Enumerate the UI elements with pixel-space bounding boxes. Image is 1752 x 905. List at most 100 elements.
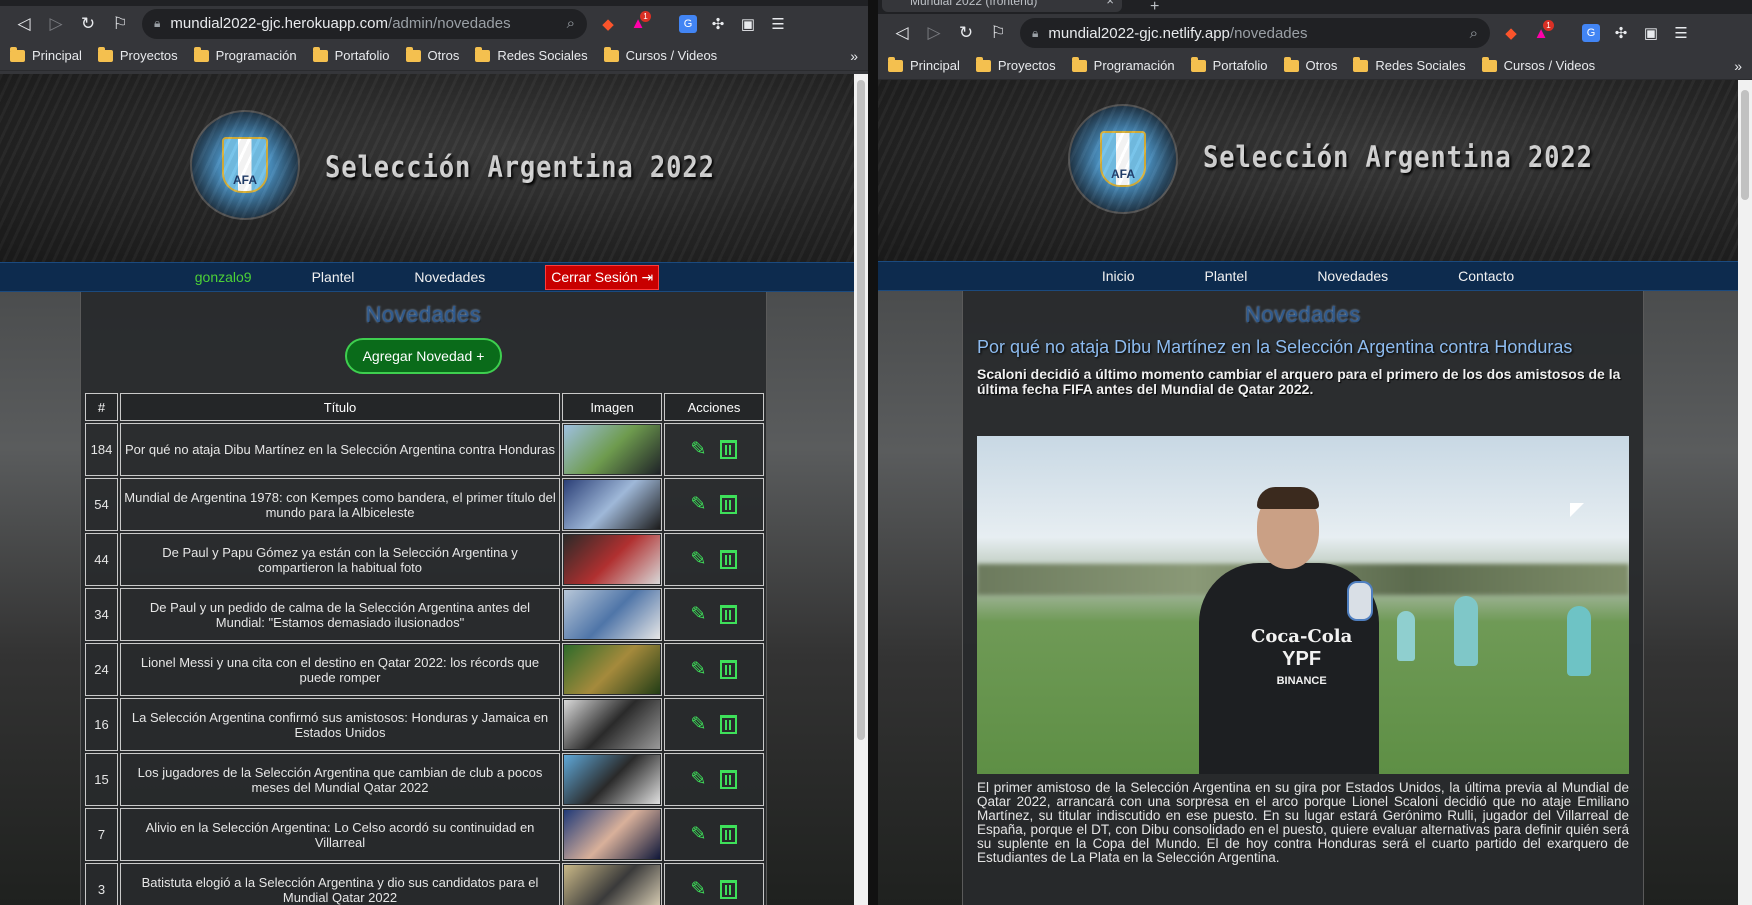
menu-icon[interactable]: ☰ — [1666, 18, 1696, 48]
trash-icon[interactable] — [720, 770, 738, 789]
url-path: /admin/novedades — [388, 15, 511, 32]
brave-rewards-icon[interactable]: ▲ 1 — [623, 9, 653, 39]
page-scrollbar[interactable] — [1738, 80, 1752, 905]
bookmark-redes-sociales[interactable]: Redes Sociales — [475, 46, 588, 63]
row-image-cell — [562, 863, 662, 905]
nav-plantel[interactable]: Plantel — [312, 269, 355, 285]
bookmark-principal[interactable]: Principal — [888, 56, 960, 73]
nav-novedades[interactable]: Novedades — [414, 269, 485, 285]
action-group: ✎ — [691, 878, 738, 901]
reload-icon[interactable]: ↻ — [950, 18, 982, 48]
afa-shield-icon: AFA — [1100, 131, 1146, 187]
pencil-icon[interactable]: ✎ — [691, 438, 707, 461]
new-tab-button[interactable]: + — [1150, 0, 1159, 16]
pencil-icon[interactable]: ✎ — [691, 878, 707, 901]
nav-plantel[interactable]: Plantel — [1205, 268, 1248, 284]
bookmark-proyectos[interactable]: Proyectos — [975, 56, 1056, 73]
add-news-button[interactable]: Agregar Novedad + — [345, 338, 502, 374]
bookmark-otros[interactable]: Otros — [405, 46, 459, 63]
back-icon[interactable]: ◁ — [8, 9, 40, 39]
folder-icon — [1283, 56, 1299, 72]
bookmark-principal[interactable]: Principal — [10, 46, 82, 63]
back-icon[interactable]: ◁ — [886, 18, 918, 48]
col-header-id: # — [85, 393, 118, 421]
article-body: El primer amistoso de la Selección Argen… — [977, 780, 1629, 865]
extensions-icon[interactable]: ✣ — [703, 9, 733, 39]
scrollbar-thumb[interactable] — [1741, 90, 1749, 200]
plus-icon: + — [476, 348, 485, 364]
bookmarks-overflow-button[interactable]: » — [1734, 58, 1742, 74]
bookmark-icon[interactable]: ⚐ — [982, 18, 1014, 48]
bookmark-redes-sociales[interactable]: Redes Sociales — [1353, 56, 1466, 73]
table-row: 16 La Selección Argentina confirmó sus am… — [85, 698, 764, 751]
trash-icon[interactable] — [720, 660, 738, 679]
wallet-icon[interactable]: ▣ — [733, 9, 763, 39]
bookmarks-overflow-button[interactable]: » — [850, 48, 858, 64]
trash-icon[interactable] — [720, 825, 738, 844]
row-image-cell — [562, 753, 662, 806]
forward-icon[interactable]: ▷ — [918, 18, 950, 48]
pencil-icon[interactable]: ✎ — [691, 713, 707, 736]
trash-icon[interactable] — [720, 715, 738, 734]
table-row: 184 Por qué no ataja Dibu Martínez en la … — [85, 423, 764, 476]
page-scrollbar[interactable] — [854, 74, 868, 905]
nav-contacto[interactable]: Contacto — [1458, 268, 1514, 284]
action-group: ✎ — [691, 603, 738, 626]
translate-icon[interactable]: G — [673, 9, 703, 39]
bookmark-otros[interactable]: Otros — [1283, 56, 1337, 73]
zoom-icon[interactable]: ⌕ — [567, 15, 575, 32]
pencil-icon[interactable]: ✎ — [691, 548, 707, 571]
zoom-icon[interactable]: ⌕ — [1470, 25, 1478, 42]
trash-icon[interactable] — [720, 605, 738, 624]
address-bar[interactable]: 🔒︎ mundial2022-gjc.herokuapp.com/admin/n… — [142, 8, 587, 39]
tab-frontend[interactable]: Mundial 2022 (frontend) × — [882, 0, 1122, 12]
bookmark-portafolio[interactable]: Portafolio — [1190, 56, 1268, 73]
trash-icon[interactable] — [720, 880, 738, 899]
table-row: 24 Lionel Messi y una cita con el destino… — [85, 643, 764, 696]
bookmark-cursos-videos[interactable]: Cursos / Videos — [603, 46, 717, 63]
row-title: La Selección Argentina confirmó sus amis… — [120, 698, 560, 751]
url-path: /novedades — [1229, 24, 1308, 42]
goalkeeper-hair — [1257, 487, 1319, 509]
forward-icon[interactable]: ▷ — [40, 9, 72, 39]
nav-novedades[interactable]: Novedades — [1317, 268, 1388, 284]
bookmark-programacion[interactable]: Programación — [193, 46, 297, 63]
brave-icon[interactable]: ◆ — [1496, 18, 1526, 48]
news-thumbnail — [564, 865, 660, 905]
bookmark-cursos-videos[interactable]: Cursos / Videos — [1481, 56, 1595, 73]
trash-icon[interactable] — [720, 440, 738, 459]
bookmarks-bar: Principal Proyectos Programación Portafo… — [0, 41, 868, 71]
folder-icon — [603, 46, 619, 62]
address-bar[interactable]: 🔒︎ mundial2022-gjc.netlify.app/novedades… — [1020, 18, 1490, 48]
brave-rewards-icon[interactable]: ▲ 1 — [1526, 18, 1556, 48]
row-title: Los jugadores de la Selección Argentina … — [120, 753, 560, 806]
trash-icon[interactable] — [720, 550, 738, 569]
bookmark-icon[interactable]: ⚐ — [104, 9, 136, 39]
nav-inicio[interactable]: Inicio — [1102, 268, 1135, 284]
pencil-icon[interactable]: ✎ — [691, 768, 707, 791]
scrollbar-thumb[interactable] — [857, 80, 865, 740]
folder-icon — [1190, 56, 1206, 72]
pencil-icon[interactable]: ✎ — [691, 823, 707, 846]
reload-icon[interactable]: ↻ — [72, 9, 104, 39]
frontend-browser-window: Mundial 2022 (frontend) × + ◁ ▷ ↻ ⚐ 🔒︎ mu… — [878, 0, 1752, 905]
extensions-icon[interactable]: ✣ — [1606, 18, 1636, 48]
menu-icon[interactable]: ☰ — [763, 9, 793, 39]
bookmark-programacion[interactable]: Programación — [1071, 56, 1175, 73]
trash-icon[interactable] — [720, 495, 738, 514]
pencil-icon[interactable]: ✎ — [691, 658, 707, 681]
mouse-cursor-icon — [1570, 503, 1584, 517]
action-group: ✎ — [691, 713, 738, 736]
translate-icon[interactable]: G — [1576, 18, 1606, 48]
site-title: Selección Argentina 2022 — [1203, 140, 1593, 174]
row-actions: ✎ — [664, 478, 764, 531]
brave-icon[interactable]: ◆ — [593, 9, 623, 39]
close-icon[interactable]: × — [1106, 0, 1114, 8]
news-table-body: 184 Por qué no ataja Dibu Martínez en la … — [85, 423, 764, 905]
pencil-icon[interactable]: ✎ — [691, 603, 707, 626]
bookmark-proyectos[interactable]: Proyectos — [97, 46, 178, 63]
logout-button[interactable]: Cerrar Sesión ⇥ — [545, 264, 660, 290]
wallet-icon[interactable]: ▣ — [1636, 18, 1666, 48]
bookmark-portafolio[interactable]: Portafolio — [312, 46, 390, 63]
pencil-icon[interactable]: ✎ — [691, 493, 707, 516]
